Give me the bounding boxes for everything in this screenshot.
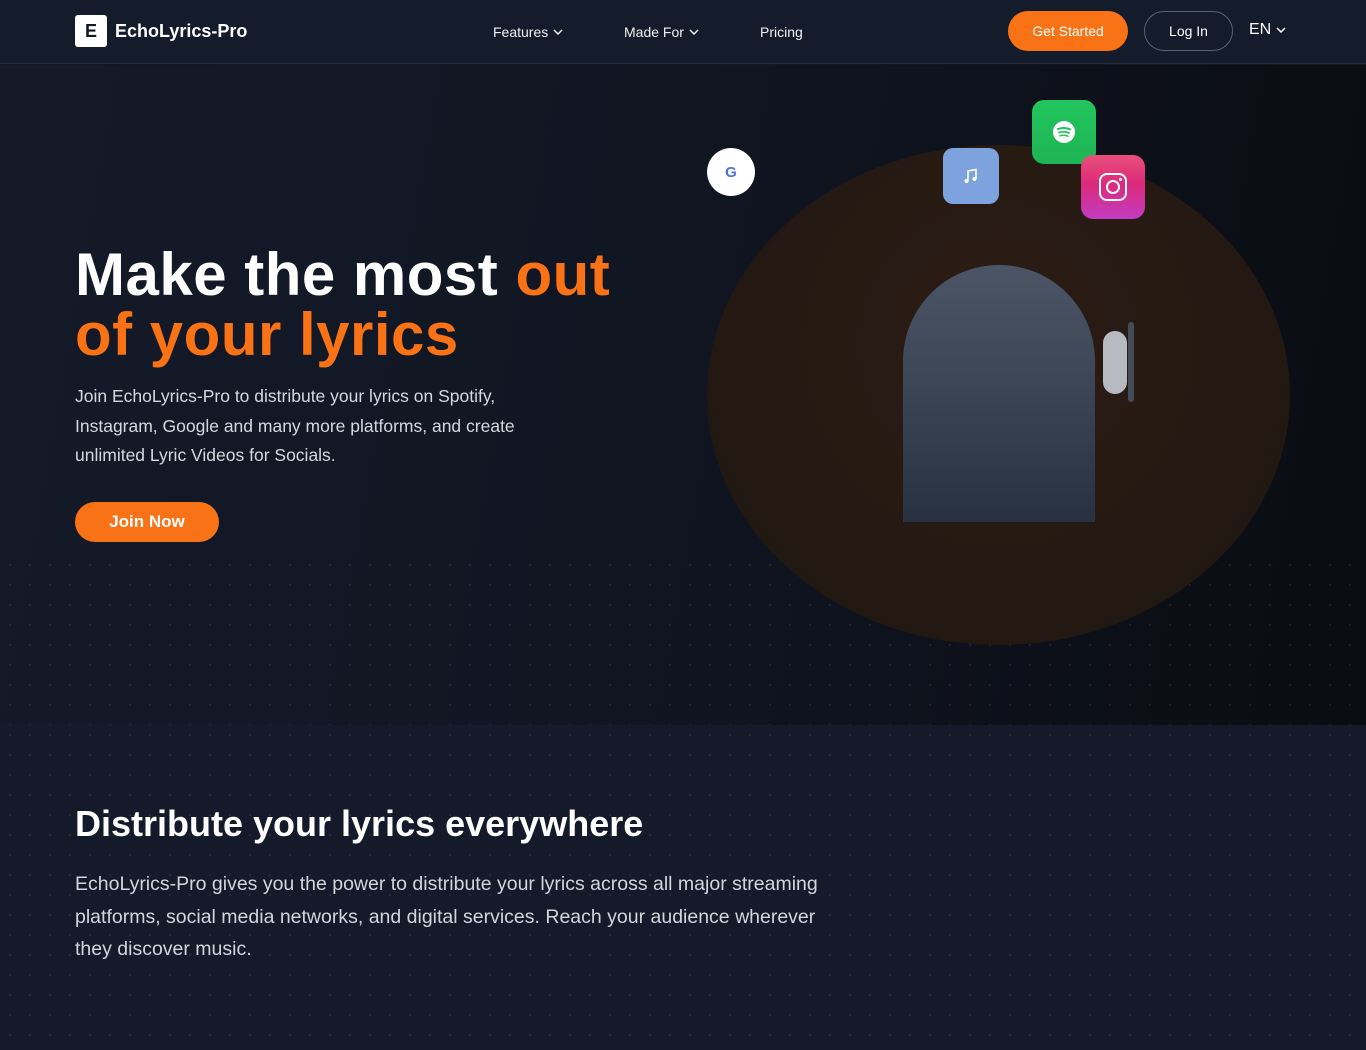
- instagram-icon: [1081, 155, 1145, 219]
- brand-name: EchoLyrics-Pro: [115, 20, 248, 41]
- hero-title-accent: out: [515, 241, 611, 308]
- hero-description: Join EchoLyrics-Pro to distribute your l…: [75, 386, 515, 465]
- nav-features[interactable]: Features: [493, 22, 563, 42]
- top-navbar: E EchoLyrics-Pro Features Made For Prici…: [0, 0, 1366, 64]
- nav-features-label: Features: [493, 24, 549, 40]
- chevron-down-icon: [553, 29, 563, 35]
- language-selector[interactable]: EN: [1249, 21, 1286, 39]
- logo-mark: E: [75, 15, 107, 47]
- distribute-section: Distribute your lyrics everywhere EchoLy…: [0, 725, 1366, 1050]
- spotify-icon: [1032, 100, 1096, 164]
- nav-pricing[interactable]: Pricing: [760, 22, 803, 42]
- hero-title-accent-line2: of your lyrics: [75, 301, 459, 368]
- chevron-down-icon: [1276, 27, 1286, 33]
- language-label: EN: [1249, 21, 1272, 38]
- hero-section: Make the most out of your lyrics Join Ech…: [0, 65, 1366, 725]
- section-title: Distribute your lyrics everywhere: [75, 803, 644, 844]
- hero-title-white: Make the most: [75, 241, 516, 308]
- brand-logo[interactable]: E EchoLyrics-Pro: [75, 15, 247, 47]
- hero-title: Make the most out of your lyrics: [75, 245, 675, 365]
- music-note-icon: [943, 148, 999, 204]
- nav-made-for-label: Made For: [624, 24, 684, 40]
- join-now-button[interactable]: Join Now: [75, 502, 219, 542]
- arch-door-illustration: [903, 265, 1095, 522]
- chevron-down-icon: [689, 29, 699, 35]
- google-letter: G: [725, 163, 737, 181]
- get-started-button[interactable]: Get Started: [1008, 11, 1128, 51]
- google-icon: G: [707, 148, 755, 196]
- door-handle-bar: [1128, 322, 1134, 402]
- log-in-button[interactable]: Log In: [1144, 11, 1233, 51]
- nav-made-for[interactable]: Made For: [624, 22, 699, 42]
- door-handle: [1103, 331, 1127, 394]
- section-description: EchoLyrics-Pro gives you the power to di…: [75, 873, 818, 960]
